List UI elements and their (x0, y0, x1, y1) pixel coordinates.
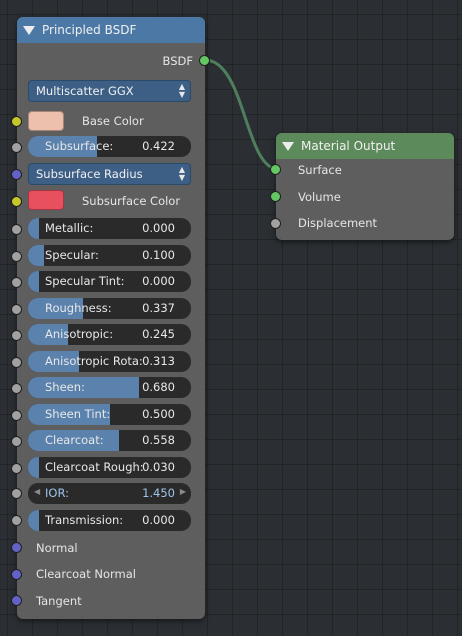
ior-increment-icon[interactable]: ▶ (180, 487, 186, 496)
slider-socket[interactable] (11, 383, 22, 394)
parameter-slider[interactable]: Clearcoat Rough: 0.030 (28, 456, 191, 478)
ior-decrement-icon[interactable]: ◀ (34, 487, 40, 496)
bsdf-output-label: BSDF (162, 54, 193, 68)
distribution-dropdown[interactable]: Multiscatter GGX ▲ ▼ (28, 80, 191, 102)
parameter-slider[interactable]: Sheen: 0.680 (28, 377, 191, 398)
slider-fill (28, 218, 40, 239)
slider-value: 0.500 (142, 406, 175, 421)
slider-socket[interactable] (11, 409, 22, 421)
parameter-slider[interactable]: Clearcoat: 0.558 (28, 430, 191, 451)
bsdf-node-title: Principled BSDF (42, 23, 137, 37)
subsurface-radius-value: Subsurface Radius (36, 167, 143, 181)
slider-label: Sheen: (45, 380, 85, 394)
parameter-slider[interactable]: Anisotropic: 0.245 (28, 324, 191, 345)
subsurface-color-socket[interactable] (11, 196, 22, 207)
subsurface-socket[interactable] (11, 142, 22, 153)
parameter-slider[interactable]: Sheen Tint: 0.500 (28, 403, 191, 425)
slider-socket[interactable] (11, 436, 22, 447)
slider-label: Specular: (45, 247, 99, 262)
slider-label: Specular Tint: (45, 274, 125, 288)
subsurface-value: 0.422 (142, 139, 175, 153)
parameter-slider[interactable]: Anisotropic Rota: 0.313 (28, 350, 191, 372)
slider-label: Roughness: (45, 300, 112, 315)
slider-fill (28, 271, 40, 292)
slider-fill (28, 456, 40, 478)
subsurface-radius-dropdown[interactable]: Subsurface Radius ▲ ▼ (28, 163, 191, 185)
output-node-header[interactable]: Material Output (276, 133, 454, 159)
transmission-label: Transmission: (45, 513, 124, 527)
collapse-triangle-icon[interactable] (282, 141, 294, 151)
slider-label: Clearcoat: (45, 433, 104, 447)
slider-socket[interactable] (11, 330, 22, 341)
slider-value: 0.000 (142, 221, 175, 235)
distribution-value: Multiscatter GGX (36, 84, 134, 98)
slider-label: Sheen Tint: (45, 406, 111, 421)
displacement-label: Displacement (298, 216, 378, 230)
subsurface-radius-socket[interactable] (11, 169, 22, 180)
slider-socket[interactable] (11, 277, 22, 288)
subsurface-label: Subsurface: (45, 139, 114, 153)
slider-socket[interactable] (11, 356, 22, 368)
parameter-slider[interactable]: Metallic: 0.000 (28, 218, 191, 239)
base-color-socket[interactable] (11, 116, 22, 127)
material-output-node[interactable]: Material Output Surface Volume Displacem… (270, 133, 454, 240)
ior-socket[interactable] (11, 488, 22, 499)
base-color-swatch[interactable] (28, 111, 64, 131)
bsdf-node-header[interactable]: Principled BSDF (17, 17, 205, 43)
tangent-socket[interactable] (11, 595, 22, 606)
volume-label: Volume (298, 190, 341, 204)
subsurface-color-swatch[interactable] (28, 190, 64, 210)
slider-value: 0.100 (142, 247, 175, 262)
slider-value: 0.558 (142, 433, 175, 447)
transmission-slider[interactable]: Transmission: 0.000 (28, 510, 191, 531)
clearcoat-normal-socket[interactable] (11, 569, 22, 580)
slider-fill (28, 244, 45, 266)
slider-value: 0.245 (142, 327, 175, 341)
dropdown-arrows-icon: ▲ ▼ (178, 82, 185, 99)
ior-label: IOR: (45, 486, 69, 500)
slider-socket[interactable] (11, 303, 22, 315)
base-color-label: Base Color (82, 114, 144, 128)
subsurface-color-label: Subsurface Color (82, 194, 181, 208)
slider-value: 0.337 (142, 300, 175, 315)
slider-socket[interactable] (11, 224, 22, 235)
surface-label: Surface (298, 163, 342, 177)
displacement-socket[interactable] (270, 218, 281, 229)
parameter-slider[interactable]: Specular: 0.100 (28, 244, 191, 266)
dropdown-arrows-icon: ▲ ▼ (178, 165, 185, 182)
transmission-value: 0.000 (142, 513, 175, 527)
slider-label: Anisotropic: (45, 327, 114, 341)
slider-label: Anisotropic Rota: (45, 353, 143, 368)
collapse-triangle-icon[interactable] (23, 25, 35, 35)
ior-value: 1.450 (142, 486, 175, 500)
tangent-label: Tangent (36, 594, 82, 608)
slider-value: 0.680 (142, 380, 175, 394)
parameter-slider[interactable]: Roughness: 0.337 (28, 297, 191, 319)
output-node-title: Material Output (301, 139, 396, 153)
slider-label: Clearcoat Rough: (45, 459, 144, 474)
subsurface-slider[interactable]: Subsurface: 0.422 (28, 136, 191, 157)
principled-bsdf-node[interactable]: Principled BSDF BSDF Multiscatter GGX ▲ ▼… (11, 17, 210, 619)
surface-socket[interactable] (270, 164, 281, 175)
slider-label: Metallic: (45, 221, 94, 235)
normal-socket[interactable] (11, 542, 22, 553)
parameter-slider[interactable]: Specular Tint: 0.000 (28, 271, 191, 292)
slider-value: 0.000 (142, 274, 175, 288)
slider-socket[interactable] (11, 462, 22, 474)
ior-field[interactable]: ◀ IOR: 1.450 ▶ (28, 483, 191, 504)
slider-socket[interactable] (11, 250, 22, 262)
bsdf-output-socket[interactable] (199, 55, 210, 66)
clearcoat-normal-label: Clearcoat Normal (36, 567, 137, 581)
transmission-slider-fill (28, 510, 40, 531)
normal-label: Normal (36, 541, 78, 555)
slider-value: 0.313 (142, 353, 175, 368)
volume-socket[interactable] (270, 191, 281, 202)
slider-value: 0.030 (142, 459, 175, 474)
transmission-socket[interactable] (11, 515, 22, 526)
